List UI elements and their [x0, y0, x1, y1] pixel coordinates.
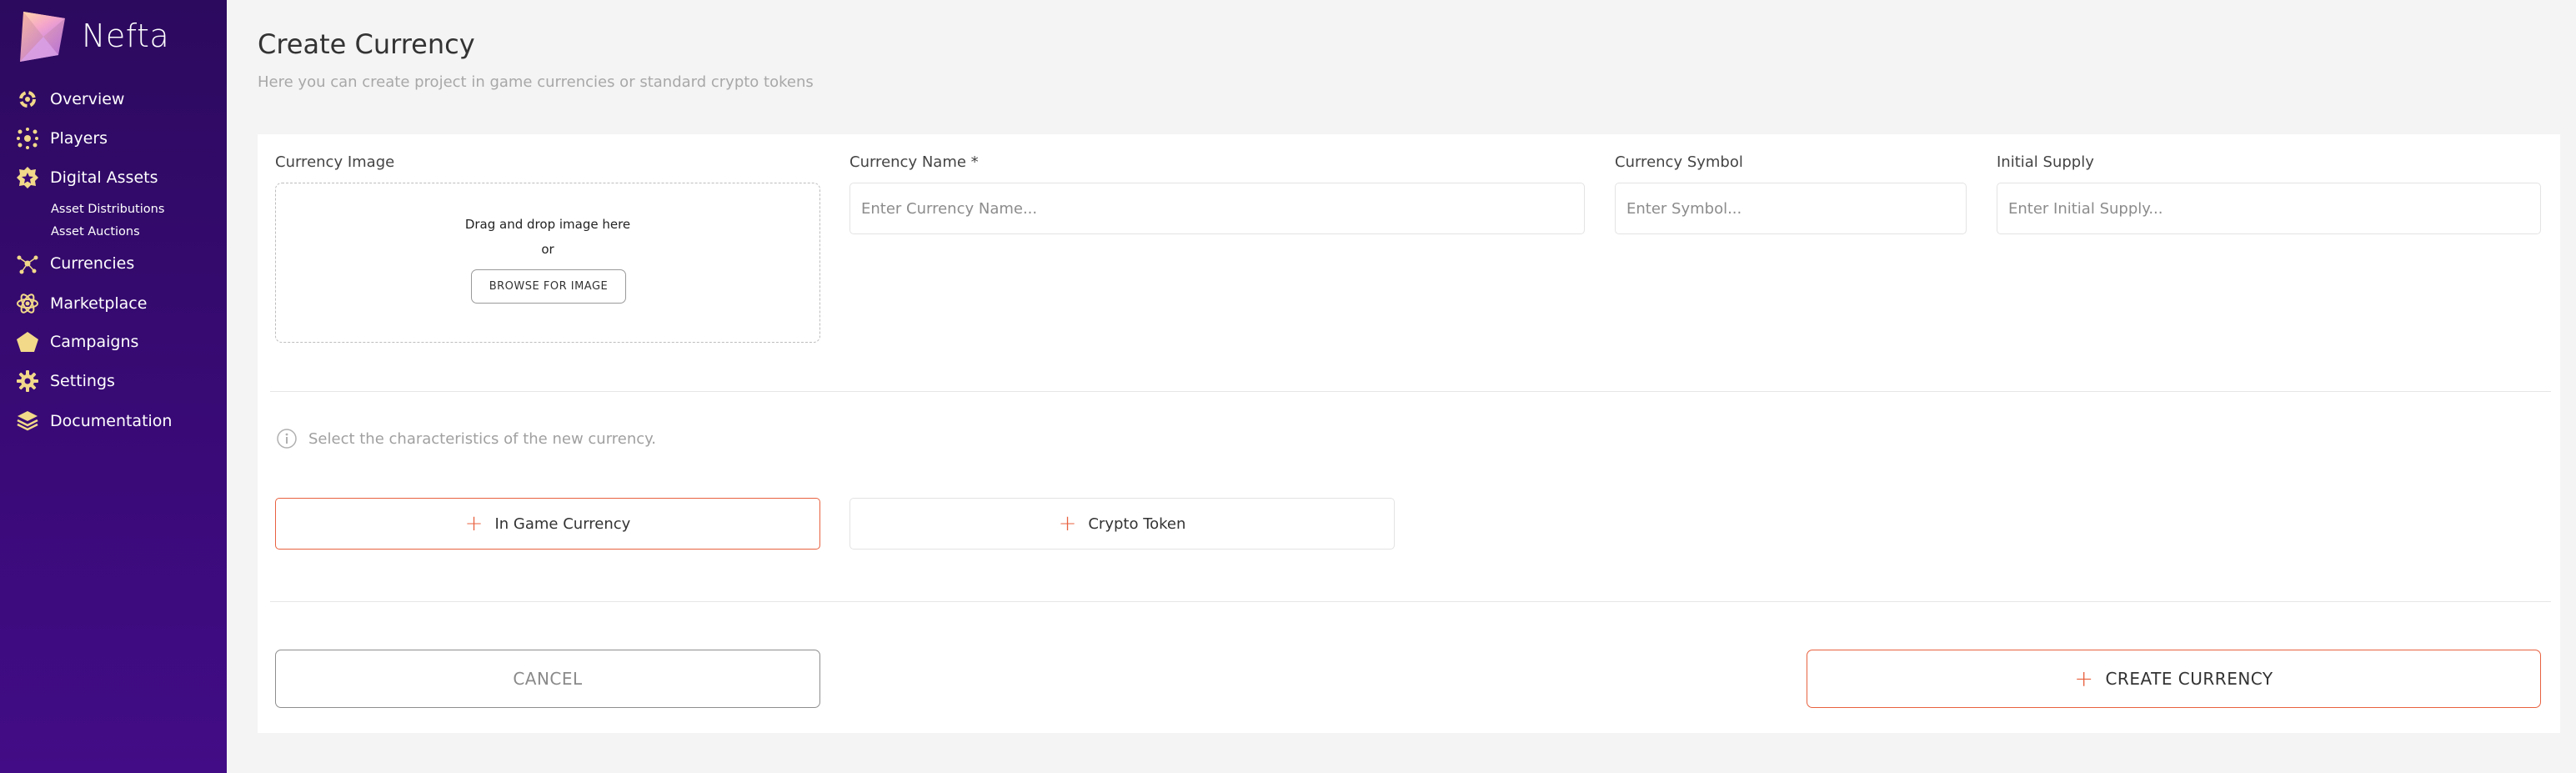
sidebar-item-overview[interactable]: Overview: [15, 85, 124, 113]
sidebar-item-label: Overview: [50, 90, 125, 108]
currency-symbol-label: Currency Symbol: [1615, 153, 1743, 171]
sidebar-subitem-asset-auctions[interactable]: Asset Auctions: [51, 225, 140, 238]
sidebar-item-digital-assets[interactable]: Digital Assets: [15, 163, 158, 192]
section-divider: [270, 601, 2551, 602]
sidebar-item-label: Players: [50, 129, 108, 148]
option-label: Crypto Token: [1088, 514, 1186, 533]
sidebar-item-label: Documentation: [50, 412, 173, 430]
page-title: Create Currency: [258, 28, 475, 60]
sidebar-item-players[interactable]: Players: [15, 124, 108, 153]
nefta-logo-icon: [20, 12, 65, 62]
sidebar-item-label: Currencies: [50, 254, 135, 273]
option-label: In Game Currency: [494, 514, 631, 533]
campaigns-icon: [15, 329, 40, 354]
app-name: Nefta: [82, 18, 170, 54]
sidebar-item-label: Campaigns: [50, 333, 139, 351]
sidebar-item-label: Digital Assets: [50, 168, 158, 187]
currency-image-label: Currency Image: [275, 153, 395, 171]
currencies-icon: [15, 251, 40, 276]
currency-name-label: Currency Name *: [849, 153, 979, 171]
sidebar-item-label: Settings: [50, 372, 115, 390]
dropzone-text: Drag and drop image here: [464, 217, 631, 232]
sidebar-item-campaigns[interactable]: Campaigns: [15, 328, 138, 356]
initial-supply-label: Initial Supply: [1997, 153, 2094, 171]
sidebar-item-marketplace[interactable]: Marketplace: [15, 289, 147, 318]
crypto-token-option[interactable]: + Crypto Token: [849, 498, 1395, 550]
app-logo[interactable]: Nefta: [15, 7, 169, 65]
create-currency-label: CREATE CURRENCY: [2105, 669, 2273, 689]
sidebar-item-label: Marketplace: [50, 294, 148, 313]
cancel-button[interactable]: CANCEL: [275, 650, 820, 708]
players-icon: [15, 126, 40, 151]
plus-icon: +: [1058, 511, 1077, 536]
page-subtitle: Here you can create project in game curr…: [258, 73, 814, 91]
info-hint: Select the characteristics of the new cu…: [276, 428, 656, 449]
currency-name-input[interactable]: [849, 183, 1585, 234]
dropzone-or-text: or: [541, 242, 554, 257]
documentation-icon: [15, 409, 40, 434]
sidebar: Nefta Overview Players Digital Assets As…: [0, 0, 227, 773]
create-currency-button[interactable]: + CREATE CURRENCY: [1807, 650, 2541, 708]
sidebar-item-documentation[interactable]: Documentation: [15, 407, 172, 435]
marketplace-icon: [15, 291, 40, 316]
plus-icon: +: [464, 511, 484, 536]
gear-icon: [15, 369, 40, 394]
digital-assets-icon: [15, 165, 40, 190]
sidebar-item-settings[interactable]: Settings: [15, 367, 115, 395]
info-icon: [277, 429, 297, 449]
initial-supply-input[interactable]: [1997, 183, 2541, 234]
overview-icon: [15, 87, 40, 112]
currency-symbol-input[interactable]: [1615, 183, 1967, 234]
sidebar-item-currencies[interactable]: Currencies: [15, 249, 134, 278]
image-dropzone[interactable]: Drag and drop image here or BROWSE FOR I…: [275, 183, 820, 343]
browse-image-button[interactable]: BROWSE FOR IMAGE: [471, 269, 626, 304]
plus-icon: +: [2074, 665, 2094, 692]
sidebar-subitem-asset-distributions[interactable]: Asset Distributions: [51, 203, 164, 216]
info-text: Select the characteristics of the new cu…: [308, 429, 656, 448]
in-game-currency-option[interactable]: + In Game Currency: [275, 498, 820, 550]
section-divider: [270, 391, 2551, 392]
